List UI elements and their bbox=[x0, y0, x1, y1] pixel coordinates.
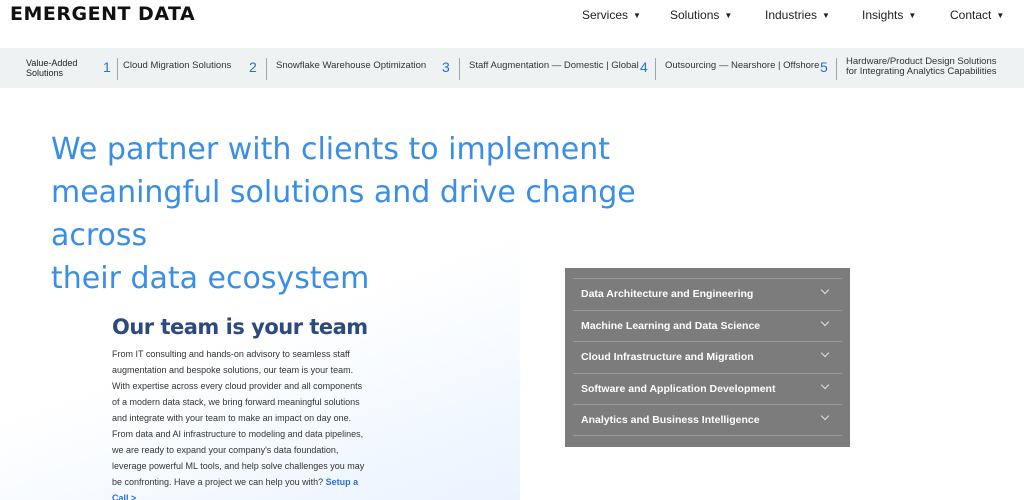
nav-services[interactable]: Services ▼ bbox=[582, 8, 641, 22]
value-item-label-line2: for Integrating Analytics Capabilities bbox=[846, 66, 997, 77]
nav-contact-label: Contact bbox=[950, 8, 992, 22]
divider bbox=[117, 58, 118, 80]
value-item-label: Outsourcing — Nearshore | Offshore bbox=[665, 60, 820, 71]
value-item-label: Snowflake Warehouse Optimization bbox=[276, 60, 427, 71]
team-body-text: From IT consulting and hands-on advisory… bbox=[112, 349, 365, 487]
nav-solutions-label: Solutions bbox=[670, 8, 720, 22]
value-item-number: 3 bbox=[442, 59, 450, 75]
accordion-item-label: Analytics and Business Intelligence bbox=[581, 414, 760, 427]
caret-down-icon: ▼ bbox=[908, 11, 917, 20]
value-item-label: Cloud Migration Solutions bbox=[123, 60, 232, 71]
team-description: From IT consulting and hands-on advisory… bbox=[112, 346, 368, 500]
nav-contact[interactable]: Contact ▼ bbox=[950, 8, 1004, 22]
value-added-bar: Value-Added Solutions 1 Cloud Migration … bbox=[0, 48, 1024, 88]
nav-industries-label: Industries bbox=[765, 8, 818, 22]
value-item-number: 2 bbox=[249, 59, 257, 75]
nav-services-label: Services bbox=[582, 8, 629, 22]
site-header: EMERGENT DATA Services ▼ Solutions ▼ Indus… bbox=[0, 0, 1024, 48]
accordion-item-label: Cloud Infrastructure and Migration bbox=[581, 351, 754, 364]
services-accordion: Data Architecture and Engineering Machin… bbox=[565, 268, 850, 447]
divider bbox=[459, 58, 460, 80]
caret-down-icon: ▼ bbox=[724, 11, 733, 20]
accordion-item-label: Software and Application Development bbox=[581, 382, 776, 395]
accordion-item-analytics-bi[interactable]: Analytics and Business Intelligence bbox=[573, 404, 842, 436]
caret-down-icon: ▼ bbox=[633, 11, 641, 20]
main-nav: Services ▼ Solutions ▼ Industries ▼ Insight… bbox=[0, 8, 1024, 24]
accordion-item-data-architecture[interactable]: Data Architecture and Engineering bbox=[573, 278, 842, 310]
value-item-number: 1 bbox=[103, 59, 111, 75]
nav-industries[interactable]: Industries ▼ bbox=[765, 8, 830, 22]
value-added-heading: Value-Added Solutions bbox=[26, 58, 77, 78]
divider bbox=[836, 58, 837, 80]
chevron-down-icon bbox=[820, 285, 830, 295]
accordion-item-label: Data Architecture and Engineering bbox=[581, 288, 754, 300]
caret-down-icon: ▼ bbox=[822, 11, 830, 20]
accordion-item-label: Machine Learning and Data Science bbox=[581, 319, 761, 332]
nav-insights[interactable]: Insights ▼ bbox=[862, 8, 916, 22]
value-item-number: 5 bbox=[820, 59, 828, 75]
chevron-down-icon bbox=[820, 348, 830, 358]
value-item-label: Hardware/Product Design Solutions for In… bbox=[846, 57, 997, 77]
value-added-heading-line2: Solutions bbox=[26, 68, 64, 78]
caret-down-icon: ▼ bbox=[996, 11, 1005, 20]
chevron-down-icon bbox=[820, 317, 830, 326]
value-item-number: 4 bbox=[640, 59, 648, 75]
divider bbox=[266, 58, 267, 80]
divider bbox=[655, 58, 656, 80]
hero-line-2: meaningful solutions and drive change ac… bbox=[51, 175, 636, 253]
accordion-item-cloud-infrastructure[interactable]: Cloud Infrastructure and Migration bbox=[573, 341, 842, 373]
hero-line-1: We partner with clients to implement bbox=[51, 132, 611, 167]
chevron-down-icon bbox=[820, 412, 830, 421]
value-added-heading-line1: Value-Added bbox=[26, 58, 78, 68]
chevron-down-icon bbox=[820, 380, 830, 390]
nav-solutions[interactable]: Solutions ▼ bbox=[670, 8, 732, 22]
accordion-item-software-development[interactable]: Software and Application Development bbox=[573, 372, 842, 405]
team-title: Our team is your team bbox=[112, 315, 368, 339]
nav-insights-label: Insights bbox=[862, 8, 904, 22]
accordion-item-machine-learning[interactable]: Machine Learning and Data Science bbox=[573, 309, 842, 342]
value-item-label: Staff Augmentation — Domestic | Global bbox=[469, 60, 639, 71]
